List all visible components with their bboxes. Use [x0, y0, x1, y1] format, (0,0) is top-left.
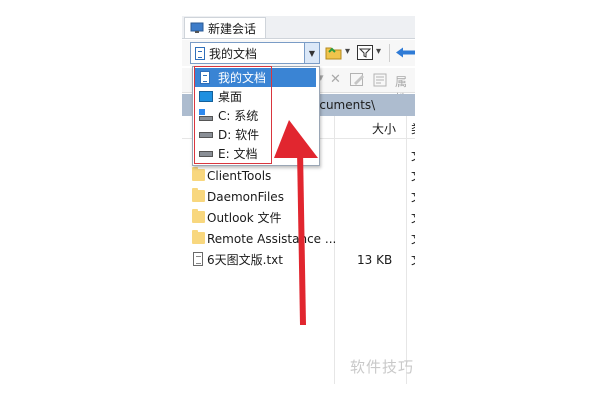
column-size[interactable]: 大小 — [372, 120, 396, 137]
tab-new-session[interactable]: 新建会话 — [184, 17, 266, 38]
navigation-toolbar: 我的文档 ▼ ▾ ▾ — [182, 40, 415, 66]
back-arrow-icon[interactable] — [395, 46, 415, 59]
folder-icon — [192, 188, 205, 202]
file-row[interactable]: 6天图文版.txt 13 KB 文 — [182, 249, 415, 270]
folder-icon — [192, 167, 205, 181]
tab-label: 新建会话 — [208, 21, 257, 36]
monitor-icon — [190, 22, 204, 33]
file-name: Outlook 文件 — [207, 211, 282, 225]
file-row[interactable]: Remote Assistance ... 文 — [182, 228, 415, 249]
file-name: DaemonFiles — [207, 189, 284, 204]
file-type: 文 — [411, 230, 415, 247]
rename-icon[interactable] — [350, 73, 366, 87]
tab-bar: 新建会话 — [182, 16, 415, 39]
text-file-icon — [193, 252, 203, 266]
open-folder-icon[interactable] — [325, 45, 343, 60]
location-combo-value: 我的文档 — [209, 46, 258, 61]
file-type: 文 — [411, 209, 415, 226]
column-type[interactable]: 类 — [411, 120, 415, 137]
filter-icon[interactable] — [357, 45, 373, 60]
file-name: 6天图文版.txt — [207, 253, 283, 267]
location-combo[interactable]: 我的文档 ▼ — [190, 42, 320, 64]
caret-down-icon[interactable]: ▾ — [376, 46, 381, 57]
toolbar-separator — [389, 44, 390, 62]
file-type: 文 — [411, 251, 415, 268]
chevron-down-icon[interactable]: ▼ — [304, 43, 319, 63]
documents-icon — [195, 46, 205, 60]
folder-icon — [192, 230, 205, 244]
type-cell: 文 — [411, 147, 415, 164]
file-size: 13 KB — [357, 252, 393, 267]
folder-icon — [192, 209, 205, 223]
delete-icon[interactable]: ✕ — [330, 72, 341, 87]
properties-icon[interactable] — [373, 73, 387, 87]
highlight-box — [194, 66, 272, 164]
caret-down-icon[interactable]: ▾ — [345, 46, 350, 57]
file-name: ClientTools — [207, 168, 272, 183]
file-row[interactable]: Outlook 文件 文 — [182, 207, 415, 228]
file-type: 文 — [411, 188, 415, 205]
watermark: 软件技巧 — [350, 358, 415, 376]
file-type: 文 — [411, 167, 415, 184]
path-text: ocuments\ — [312, 98, 376, 112]
file-name: Remote Assistance ... — [207, 231, 337, 246]
file-row[interactable]: ClientTools 文 — [182, 165, 415, 186]
file-row[interactable]: DaemonFiles 文 — [182, 186, 415, 207]
